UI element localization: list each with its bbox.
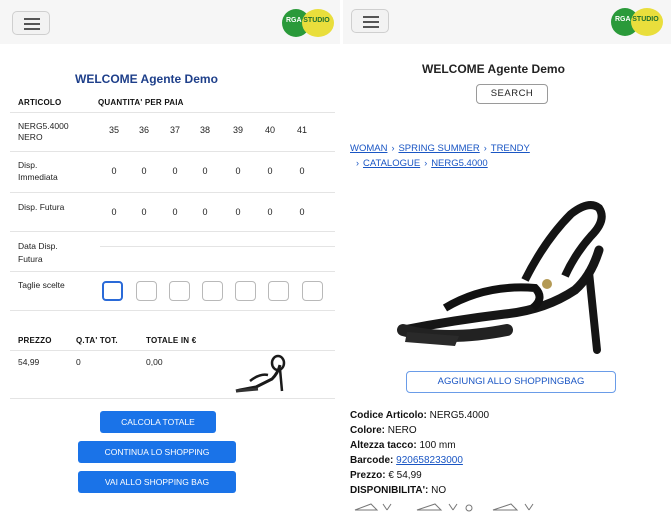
care-icons-row: [354, 503, 534, 512]
hamburger-menu-button[interactable]: [12, 11, 50, 35]
brand-logo[interactable]: RGA STUDIO: [611, 7, 665, 37]
size-label: 38: [199, 125, 210, 135]
continua-shopping-button[interactable]: CONTINUA LO SHOPPING: [78, 441, 236, 463]
qta-header: Q.TA' TOT.: [76, 336, 118, 345]
menu-line: [363, 21, 379, 23]
right-panel: RGA STUDIO WELCOME Agente Demo SEARCH WO…: [343, 0, 671, 513]
size-label: 35: [108, 125, 119, 135]
disp-futura-value: 0: [202, 207, 208, 217]
brand-logo[interactable]: RGA STUDIO: [282, 8, 336, 38]
disp-immediata-value: 0: [267, 166, 273, 176]
divider: [10, 112, 335, 113]
divider: [10, 192, 335, 193]
divider: [10, 310, 335, 311]
disp-futura-value: 0: [299, 207, 305, 217]
calcola-totale-button[interactable]: CALCOLA TOTALE: [100, 411, 216, 433]
welcome-title: WELCOME Agente Demo: [75, 72, 218, 86]
disp-futura-value: 0: [235, 207, 241, 217]
disp-futura-value: 0: [141, 207, 147, 217]
size-checkbox[interactable]: [302, 281, 323, 301]
data-disp-label-1: Data Disp.: [18, 241, 58, 251]
detail-colore: Colore: NERO: [350, 425, 417, 436]
breadcrumb-link[interactable]: CATALOGUE: [363, 158, 420, 169]
articolo-header: ARTICOLO: [18, 98, 62, 107]
disp-immediata-label-1: Disp.: [18, 160, 38, 170]
totale-value: 0,00: [146, 357, 163, 367]
barcode-link[interactable]: 920658233000: [396, 455, 463, 466]
size-checkbox[interactable]: [136, 281, 157, 301]
add-to-shoppingbag-button[interactable]: AGGIUNGI ALLO SHOPPINGBAG: [406, 371, 616, 393]
menu-line: [363, 26, 379, 28]
left-panel: RGA STUDIO WELCOME Agente Demo ARTICOLO …: [0, 0, 340, 513]
top-bar: RGA STUDIO: [343, 0, 671, 44]
size-label: 41: [296, 125, 307, 135]
detail-barcode: Barcode: 920658233000: [350, 455, 463, 466]
divider: [10, 271, 335, 272]
menu-line: [363, 16, 379, 18]
totale-header: TOTALE IN €: [146, 336, 197, 345]
size-label: 39: [232, 125, 243, 135]
taglie-scelte-label: Taglie scelte: [18, 280, 65, 290]
vai-shopping-bag-button[interactable]: VAI ALLO SHOPPING BAG: [78, 471, 236, 493]
breadcrumb-separator: ›: [483, 143, 487, 153]
disp-immediata-label-2: Immediata: [18, 172, 58, 182]
breadcrumb-line-2: › CATALOGUE › NERG5.4000: [356, 153, 488, 171]
qta-value: 0: [76, 357, 81, 367]
hamburger-menu-button[interactable]: [351, 9, 389, 33]
breadcrumb-separator: ›: [356, 158, 359, 168]
disp-futura-value: 0: [111, 207, 117, 217]
star-icon: [448, 503, 458, 511]
disp-futura-label: Disp. Futura: [18, 202, 65, 212]
size-checkbox[interactable]: [235, 281, 256, 301]
prezzo-value: 54,99: [18, 357, 40, 367]
size-label: 40: [264, 125, 275, 135]
quantita-header: QUANTITA' PER PAIA: [98, 98, 184, 107]
menu-line: [24, 28, 40, 30]
disp-immediata-value: 0: [202, 166, 208, 176]
article-color: NERO: [18, 132, 43, 142]
size-checkbox[interactable]: [202, 281, 223, 301]
star-icon: [524, 503, 534, 511]
detail-disponibilita: DISPONIBILITA': NO: [350, 485, 447, 496]
data-disp-value-line: [100, 246, 335, 247]
data-disp-label-2: Futura: [18, 254, 43, 264]
top-bar: RGA STUDIO: [0, 0, 340, 44]
divider: [10, 231, 335, 232]
divider: [10, 350, 335, 351]
size-label: 37: [169, 125, 180, 135]
product-shoe-image: [397, 201, 606, 354]
disp-immediata-value: 0: [235, 166, 241, 176]
prezzo-header: PREZZO: [18, 336, 52, 345]
disp-immediata-value: 0: [299, 166, 305, 176]
disp-immediata-value: 0: [141, 166, 147, 176]
menu-line: [24, 18, 40, 20]
detail-altezza: Altezza tacco: 100 mm: [350, 440, 456, 451]
disp-immediata-value: 0: [172, 166, 178, 176]
breadcrumb-link[interactable]: NERG5.4000: [431, 158, 488, 169]
shoe-thumbnail-image: [235, 354, 286, 393]
drop-icon: [465, 504, 473, 512]
search-button[interactable]: SEARCH: [476, 84, 548, 104]
welcome-title: WELCOME Agente Demo: [422, 62, 565, 76]
breadcrumb-link[interactable]: TRENDY: [491, 143, 530, 154]
breadcrumb-separator: ›: [424, 158, 428, 168]
disp-futura-value: 0: [267, 207, 273, 217]
detail-codice: Codice Articolo: NERG5.4000: [350, 410, 490, 421]
divider: [10, 151, 335, 152]
size-checkbox[interactable]: [169, 281, 190, 301]
size-checkbox[interactable]: [102, 281, 123, 301]
detail-prezzo: Prezzo: € 54,99: [350, 470, 422, 481]
disp-futura-value: 0: [172, 207, 178, 217]
divider: [10, 398, 335, 399]
size-label: 36: [138, 125, 149, 135]
star-icon: [382, 503, 392, 511]
size-checkbox[interactable]: [268, 281, 289, 301]
menu-line: [24, 23, 40, 25]
breadcrumb-separator: ›: [391, 143, 395, 153]
disp-immediata-value: 0: [111, 166, 117, 176]
article-code: NERG5.4000: [18, 121, 69, 131]
shoe-outline-icon: [492, 503, 519, 511]
shoe-outline-icon: [416, 503, 443, 511]
shoe-outline-icon: [354, 503, 379, 511]
